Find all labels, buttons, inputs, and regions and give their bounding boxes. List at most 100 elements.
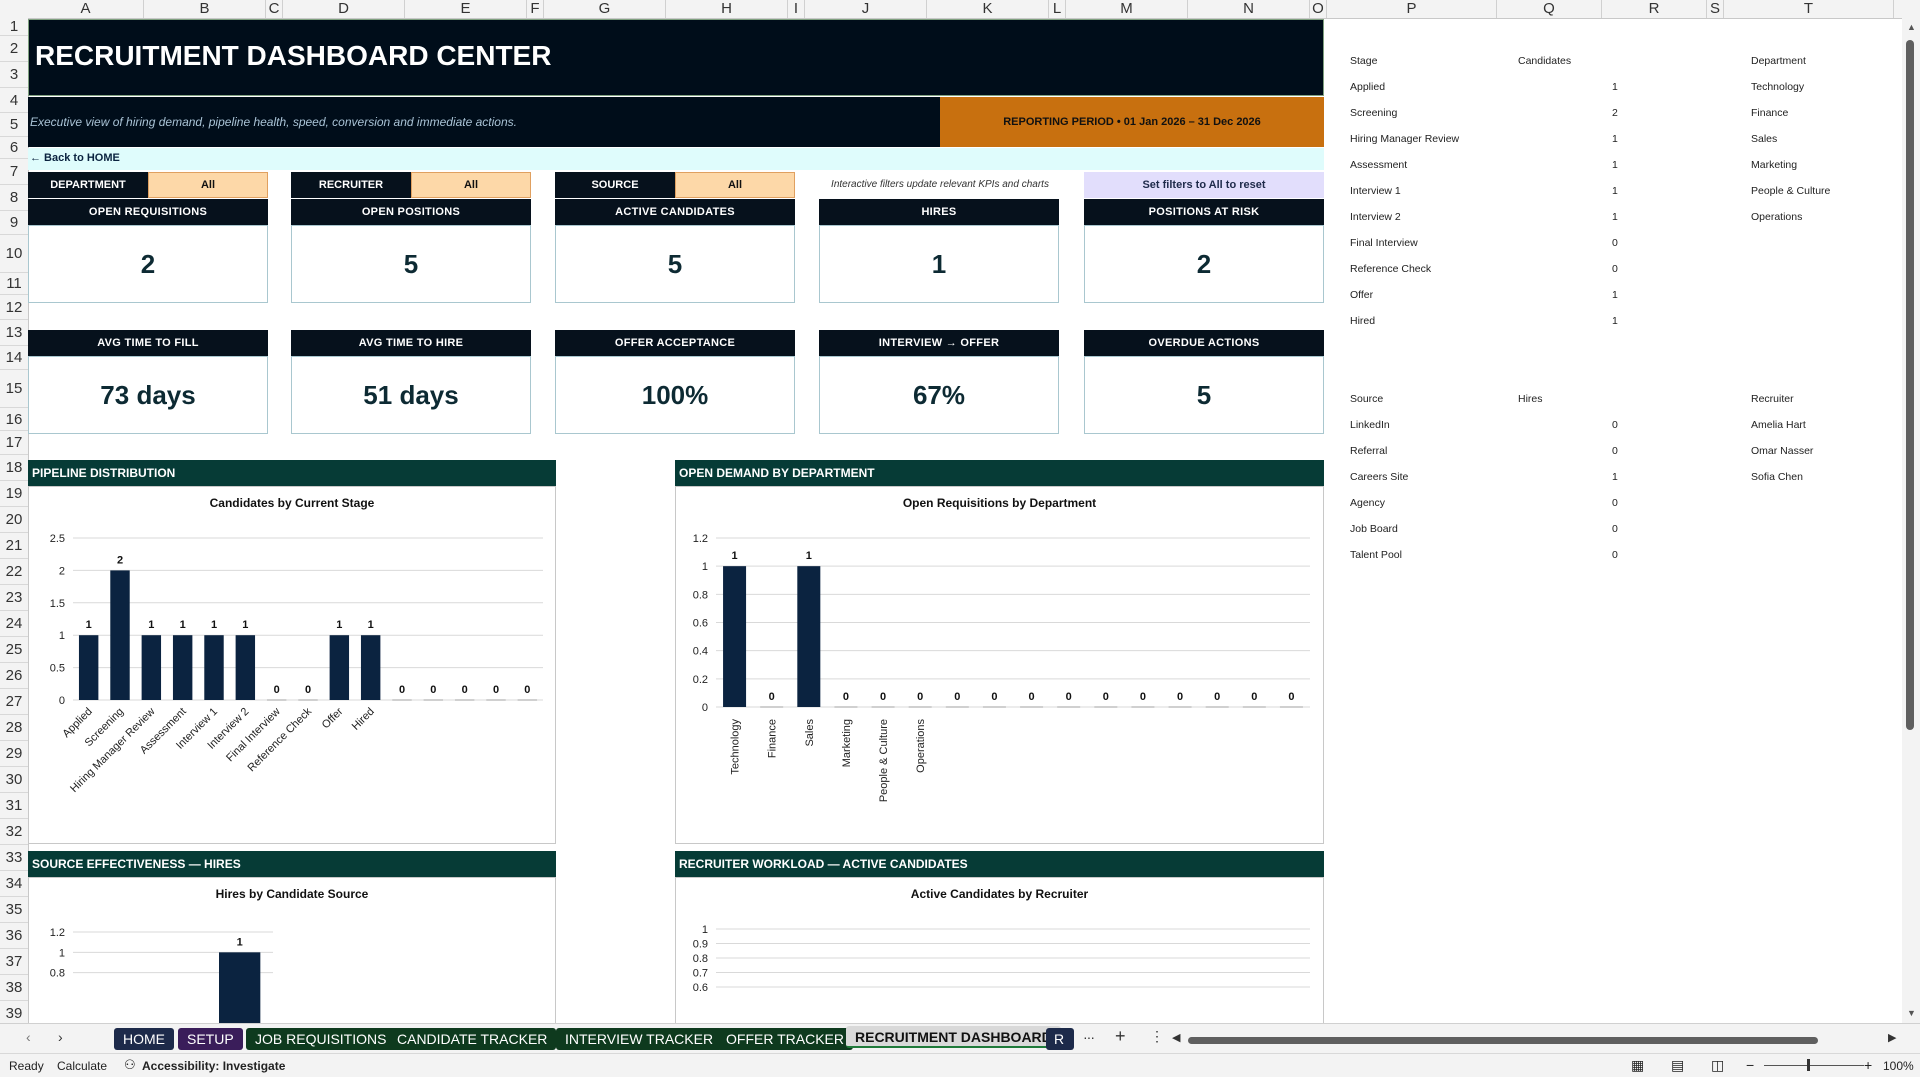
row-header-26[interactable]: 26 xyxy=(0,663,28,689)
hscroll-left-icon[interactable]: ◀ xyxy=(1172,1031,1180,1044)
row-header-24[interactable]: 24 xyxy=(0,611,28,637)
bar[interactable] xyxy=(1131,706,1155,708)
row-header-33[interactable]: 33 xyxy=(0,845,28,871)
row-header-14[interactable]: 14 xyxy=(0,346,28,370)
bar[interactable] xyxy=(486,699,506,701)
row-header-19[interactable]: 19 xyxy=(0,481,28,507)
scroll-down-icon[interactable]: ▼ xyxy=(1907,1008,1916,1018)
row-header-31[interactable]: 31 xyxy=(0,793,28,819)
vertical-scroll-thumb[interactable] xyxy=(1906,40,1914,730)
zoom-level[interactable]: 100% xyxy=(1883,1059,1914,1073)
column-header-O[interactable]: O xyxy=(1310,0,1327,18)
bar[interactable] xyxy=(1094,706,1118,708)
tab-scroll-left-icon[interactable]: ‹ xyxy=(26,1029,31,1045)
bar[interactable] xyxy=(517,699,538,701)
vertical-scrollbar[interactable]: ▲ ▼ xyxy=(1902,18,1920,1023)
recruiter-filter-select[interactable]: All xyxy=(411,172,531,198)
pipeline-chart[interactable]: Candidates by Current Stage 0 0.5 1 1.5 2 2.5… xyxy=(28,486,556,844)
bar[interactable] xyxy=(1279,706,1303,708)
column-header-J[interactable]: J xyxy=(805,0,927,18)
back-to-home-link[interactable]: ← Back to HOME xyxy=(30,152,120,164)
horizontal-scroll-thumb[interactable] xyxy=(1188,1037,1818,1044)
tab-interview-tracker[interactable]: INTERVIEW TRACKER xyxy=(556,1028,723,1050)
column-header-L[interactable]: L xyxy=(1049,0,1066,18)
row-header-29[interactable]: 29 xyxy=(0,741,28,767)
row-header-7[interactable]: 7 xyxy=(0,159,28,185)
row-header-12[interactable]: 12 xyxy=(0,295,28,320)
column-header-T[interactable]: T xyxy=(1724,0,1894,18)
row-header-23[interactable]: 23 xyxy=(0,585,28,611)
column-header-G[interactable]: G xyxy=(544,0,666,18)
page-layout-icon[interactable]: ▤ xyxy=(1671,1057,1684,1074)
row-header-20[interactable]: 20 xyxy=(0,507,28,533)
sheet-options-icon[interactable]: ⋮ xyxy=(1150,1028,1164,1045)
column-header-B[interactable]: B xyxy=(144,0,266,18)
row-header-37[interactable]: 37 xyxy=(0,949,28,975)
page-break-icon[interactable]: ◫ xyxy=(1711,1057,1724,1074)
bar[interactable] xyxy=(871,706,895,708)
bar[interactable] xyxy=(360,635,381,700)
tab-job-requisitions[interactable]: JOB REQUISITIONS xyxy=(246,1028,396,1050)
row-header-38[interactable]: 38 xyxy=(0,975,28,1001)
row-header-18[interactable]: 18 xyxy=(0,455,28,481)
column-header-H[interactable]: H xyxy=(666,0,788,18)
bar[interactable] xyxy=(982,706,1006,708)
row-header-1[interactable]: 1 xyxy=(0,18,28,36)
zoom-slider-thumb[interactable] xyxy=(1807,1059,1810,1071)
column-header-S[interactable]: S xyxy=(1707,0,1724,18)
row-header-11[interactable]: 11 xyxy=(0,273,28,295)
sheet-grid[interactable]: RECRUITMENT DASHBOARD CENTER Executive v… xyxy=(28,19,1902,1023)
bar[interactable] xyxy=(219,952,261,1023)
bar[interactable] xyxy=(423,699,444,701)
row-header-25[interactable]: 25 xyxy=(0,637,28,663)
row-header-30[interactable]: 30 xyxy=(0,767,28,793)
bar[interactable] xyxy=(110,570,130,700)
row-header-2[interactable]: 2 xyxy=(0,36,28,62)
accessibility-status[interactable]: Accessibility: Investigate xyxy=(142,1059,285,1073)
column-header-P[interactable]: P xyxy=(1327,0,1497,18)
bar[interactable] xyxy=(172,635,193,700)
row-header-21[interactable]: 21 xyxy=(0,533,28,559)
row-header-15[interactable]: 15 xyxy=(0,370,28,408)
source-filter-select[interactable]: All xyxy=(675,172,795,198)
bar[interactable] xyxy=(141,635,162,700)
column-header-I[interactable]: I xyxy=(788,0,805,18)
hscroll-right-icon[interactable]: ▶ xyxy=(1888,1031,1896,1044)
department-filter-select[interactable]: All xyxy=(148,172,268,198)
row-header-9[interactable]: 9 xyxy=(0,211,28,235)
bar[interactable] xyxy=(1057,706,1081,708)
column-header-A[interactable]: A xyxy=(28,0,144,18)
bar[interactable] xyxy=(834,706,858,708)
row-header-39[interactable]: 39 xyxy=(0,1001,28,1023)
row-header-5[interactable]: 5 xyxy=(0,113,28,137)
tab-setup[interactable]: SETUP xyxy=(178,1028,243,1050)
demand-chart[interactable]: Open Requisitions by Department 0 0.2 0.4 0… xyxy=(675,486,1324,844)
bar[interactable] xyxy=(1020,706,1044,708)
row-header-36[interactable]: 36 xyxy=(0,923,28,949)
tab-home[interactable]: HOME xyxy=(114,1028,174,1050)
bar[interactable] xyxy=(1205,706,1229,708)
row-header-34[interactable]: 34 xyxy=(0,871,28,897)
column-header-M[interactable]: M xyxy=(1066,0,1188,18)
status-calculate[interactable]: Calculate xyxy=(57,1059,107,1073)
bar[interactable] xyxy=(797,566,821,707)
row-header-16[interactable]: 16 xyxy=(0,408,28,431)
column-header-K[interactable]: K xyxy=(927,0,1049,18)
row-header-35[interactable]: 35 xyxy=(0,897,28,923)
row-header-17[interactable]: 17 xyxy=(0,431,28,455)
row-header-22[interactable]: 22 xyxy=(0,559,28,585)
zoom-slider[interactable] xyxy=(1764,1065,1864,1066)
row-header-10[interactable]: 10 xyxy=(0,235,28,273)
bar[interactable] xyxy=(235,635,256,700)
zoom-out-icon[interactable]: − xyxy=(1746,1057,1754,1073)
row-header-8[interactable]: 8 xyxy=(0,185,28,211)
bar[interactable] xyxy=(78,635,99,700)
tab-recruitment-dashboard[interactable]: RECRUITMENT DASHBOARD xyxy=(846,1026,1061,1048)
row-header-4[interactable]: 4 xyxy=(0,88,28,113)
tab-r[interactable]: R xyxy=(1046,1028,1074,1050)
add-sheet-icon[interactable]: + xyxy=(1115,1026,1126,1047)
column-header-Q[interactable]: Q xyxy=(1497,0,1602,18)
tab-scroll-right-icon[interactable]: › xyxy=(58,1029,63,1045)
row-header-13[interactable]: 13 xyxy=(0,320,28,346)
bar[interactable] xyxy=(1168,706,1192,708)
